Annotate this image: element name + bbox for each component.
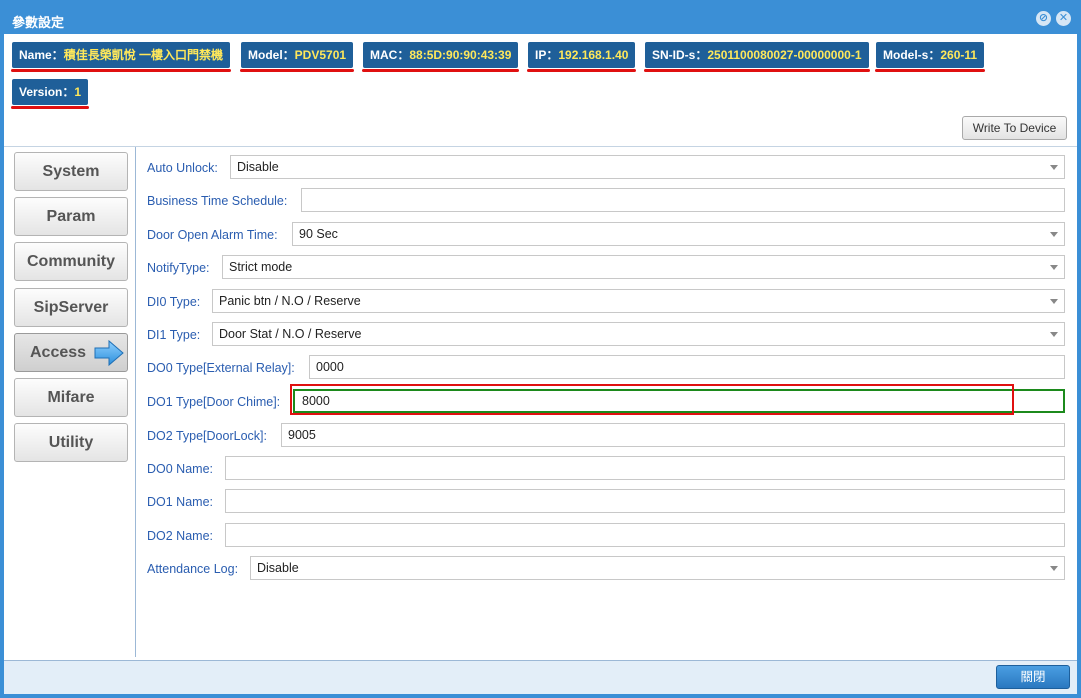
snid-value: 2501100080027-00000000-1 [707, 48, 862, 62]
dialog-footer: 關閉 [4, 660, 1077, 694]
do1-type-input[interactable]: 8000 [293, 389, 1065, 413]
close-icon[interactable]: ✕ [1056, 11, 1071, 26]
highlight-underline [362, 69, 520, 72]
models-label: Model-s： [883, 48, 941, 62]
mac-value: 88:5D:90:90:43:39 [409, 48, 512, 62]
auto-unlock-value: Disable [237, 160, 279, 174]
nav-param-button[interactable]: Param [14, 197, 128, 236]
sidebar-nav: System Param Community SipServer Access … [4, 147, 136, 657]
model-value: PDV5701 [294, 48, 347, 62]
name-badge: Name：積佳長榮凱悅 一樓入口門禁機 [11, 42, 232, 72]
do0-name-input[interactable] [225, 456, 1065, 480]
di1-type-select[interactable]: Door Stat / N.O / Reserve [212, 322, 1065, 346]
chevron-down-icon [1050, 299, 1058, 304]
highlight-underline [240, 69, 355, 72]
model-badge: Model：PDV5701 [240, 42, 355, 72]
ip-value: 192.168.1.40 [558, 48, 629, 62]
models-value: 260-11 [940, 48, 978, 62]
mac-badge: MAC：88:5D:90:90:43:39 [362, 42, 520, 72]
title-bar: 參數設定 ⊘ ✕ [0, 0, 1081, 38]
di1-type-value: Door Stat / N.O / Reserve [219, 327, 362, 341]
nav-access-button[interactable]: Access [14, 333, 128, 372]
close-button[interactable]: 關閉 [996, 665, 1070, 689]
nav-utility-button[interactable]: Utility [14, 423, 128, 462]
do0-type-input[interactable]: 0000 [309, 355, 1065, 379]
do2-name-input[interactable] [225, 523, 1065, 547]
name-label: Name： [19, 48, 64, 62]
attendance-log-value: Disable [257, 561, 299, 575]
attendance-log-label: Attendance Log: [147, 562, 239, 576]
version-value: 1 [74, 85, 82, 99]
do0-name-label: DO0 Name: [147, 462, 213, 476]
nav-community-button[interactable]: Community [14, 242, 128, 281]
models-badge: Model-s：260-11 [875, 42, 986, 72]
write-to-device-button[interactable]: Write To Device [962, 116, 1067, 140]
restore-icon[interactable]: ⊘ [1036, 11, 1051, 26]
notify-type-label: NotifyType: [147, 261, 210, 275]
snid-badge: SN-ID-s：2501100080027-00000000-1 [644, 42, 870, 72]
highlight-underline [11, 106, 90, 109]
notify-type-value: Strict mode [229, 260, 293, 274]
ip-badge: IP：192.168.1.40 [527, 42, 637, 72]
arrow-right-icon [94, 339, 124, 367]
di0-type-value: Panic btn / N.O / Reserve [219, 294, 361, 308]
do1-name-input[interactable] [225, 489, 1065, 513]
do2-type-input[interactable]: 9005 [281, 423, 1065, 447]
do2-name-label: DO2 Name: [147, 529, 213, 543]
door-open-alarm-label: Door Open Alarm Time: [147, 228, 278, 242]
auto-unlock-select[interactable]: Disable [230, 155, 1065, 179]
di1-type-label: DI1 Type: [147, 328, 201, 342]
di0-type-select[interactable]: Panic btn / N.O / Reserve [212, 289, 1065, 313]
ip-label: IP： [535, 48, 559, 62]
highlight-underline [644, 69, 870, 72]
mac-label: MAC： [370, 48, 410, 62]
chevron-down-icon [1050, 232, 1058, 237]
chevron-down-icon [1050, 332, 1058, 337]
chevron-down-icon [1050, 566, 1058, 571]
door-open-alarm-value: 90 Sec [299, 227, 338, 241]
auto-unlock-label: Auto Unlock: [147, 161, 218, 175]
door-open-alarm-select[interactable]: 90 Sec [292, 222, 1065, 246]
settings-dialog: 參數設定 ⊘ ✕ Name：積佳長榮凱悅 一樓入口門禁機 Model：PDV57… [0, 0, 1081, 698]
nav-access-label: Access [30, 344, 87, 361]
do1-name-label: DO1 Name: [147, 495, 213, 509]
do0-type-label: DO0 Type[External Relay]: [147, 361, 295, 375]
device-info: Name：積佳長榮凱悅 一樓入口門禁機 Model：PDV5701 MAC：88… [4, 34, 1077, 146]
highlight-underline [527, 69, 637, 72]
nav-system-button[interactable]: System [14, 152, 128, 191]
nav-sipserver-button[interactable]: SipServer [14, 288, 128, 327]
version-badge: Version：1 [11, 79, 90, 109]
chevron-down-icon [1050, 265, 1058, 270]
highlight-underline [875, 69, 986, 72]
notify-type-select[interactable]: Strict mode [222, 255, 1065, 279]
di0-type-label: DI0 Type: [147, 295, 201, 309]
chevron-down-icon [1050, 165, 1058, 170]
business-time-input[interactable] [301, 188, 1065, 212]
nav-mifare-button[interactable]: Mifare [14, 378, 128, 417]
attendance-log-select[interactable]: Disable [250, 556, 1065, 580]
window-title: 參數設定 [12, 15, 65, 30]
snid-label: SN-ID-s： [652, 48, 708, 62]
do1-type-label: DO1 Type[Door Chime]: [147, 395, 281, 409]
do2-type-label: DO2 Type[DoorLock]: [147, 429, 267, 443]
version-label: Version： [19, 85, 75, 99]
name-value: 積佳長榮凱悅 一樓入口門禁機 [63, 48, 224, 62]
business-time-label: Business Time Schedule: [147, 194, 288, 208]
access-form: Auto Unlock: Disable Business Time Sched… [137, 147, 1077, 657]
model-label: Model： [248, 48, 295, 62]
highlight-underline [11, 69, 232, 72]
